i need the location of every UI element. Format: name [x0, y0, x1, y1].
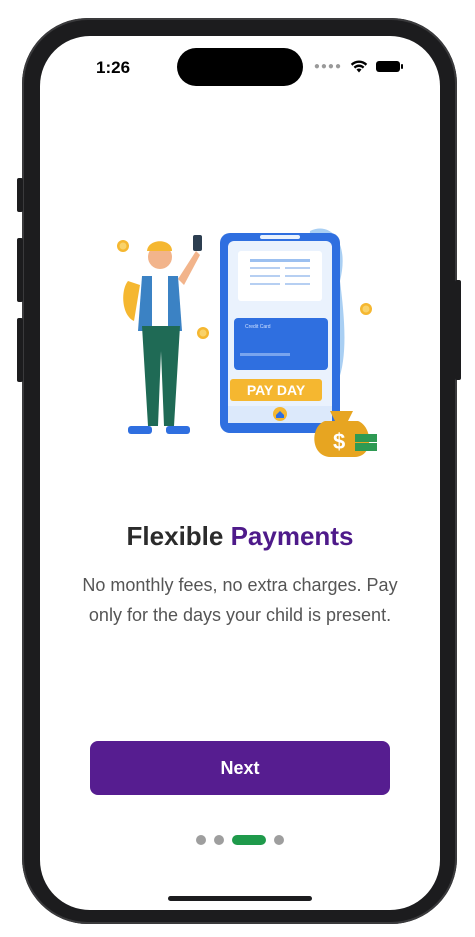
dynamic-island: [177, 48, 303, 86]
wifi-icon: [350, 60, 368, 73]
status-time: 1:26: [96, 58, 131, 77]
battery-icon: [376, 61, 403, 72]
page-dot-1[interactable]: [196, 835, 206, 845]
screen: 1:26 ●●●● Credit Card PAY DAY $ Flexible…: [40, 36, 440, 910]
home-indicator[interactable]: [168, 896, 312, 901]
page-indicator: [196, 835, 284, 845]
svg-text:$: $: [333, 429, 345, 454]
status-icons: ●●●●: [313, 60, 403, 73]
cellular-dots-icon: ●●●●: [313, 61, 342, 72]
title-accent: Payments: [230, 521, 354, 551]
power-button: [455, 280, 461, 380]
volume-down-button: [17, 318, 23, 382]
volume-up-button: [17, 238, 23, 302]
title-plain: Flexible: [126, 521, 231, 551]
page-dot-3-active[interactable]: [232, 835, 266, 845]
page-subtitle: No monthly fees, no extra charges. Pay o…: [82, 575, 398, 625]
page-dot-4[interactable]: [274, 835, 284, 845]
page-title: Flexible Payments: [40, 521, 440, 552]
person-paying-on-phone-illustration: Credit Card PAY DAY $: [117, 228, 377, 457]
page-dot-2[interactable]: [214, 835, 224, 845]
silent-switch: [17, 178, 23, 212]
pay-day-banner: PAY DAY: [247, 382, 306, 398]
next-button[interactable]: Next: [90, 741, 390, 795]
card-label: Credit Card: [245, 324, 271, 330]
